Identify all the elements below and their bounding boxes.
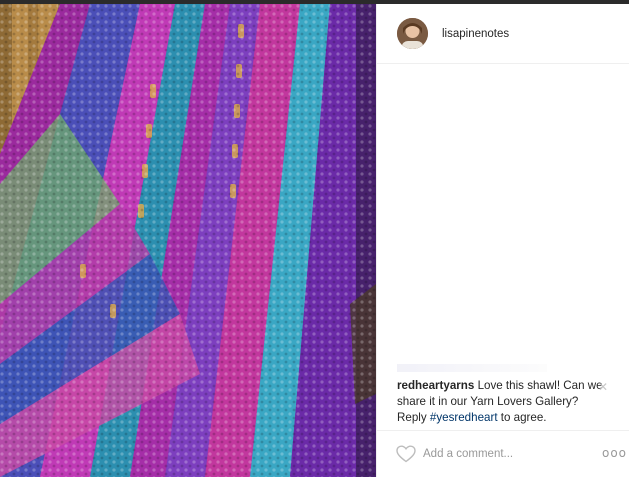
comment-username[interactable]: redheartyarns	[397, 379, 474, 392]
more-options-icon[interactable]: ooo	[602, 446, 627, 460]
post-actions: ooo	[377, 430, 629, 477]
close-icon[interactable]: ✕	[598, 380, 608, 394]
post-photo[interactable]	[0, 4, 376, 477]
faded-previous-comment	[397, 364, 547, 372]
post-sidebar: lisapinenotes redheartyarns Love this sh…	[376, 4, 629, 477]
add-comment-input[interactable]	[423, 444, 583, 464]
crochet-shawl-photo-icon	[0, 4, 376, 477]
comment-item: redheartyarns Love this shawl! Can we sh…	[397, 378, 611, 426]
comment-suffix: to agree.	[497, 411, 547, 424]
post-header: lisapinenotes	[377, 4, 629, 64]
user-avatar-icon[interactable]	[397, 18, 428, 49]
heart-icon[interactable]	[396, 445, 416, 463]
instagram-post: lisapinenotes redheartyarns Love this sh…	[0, 0, 629, 477]
comment-hashtag[interactable]: #yesredheart	[430, 411, 498, 424]
post-author-username[interactable]: lisapinenotes	[442, 28, 509, 40]
